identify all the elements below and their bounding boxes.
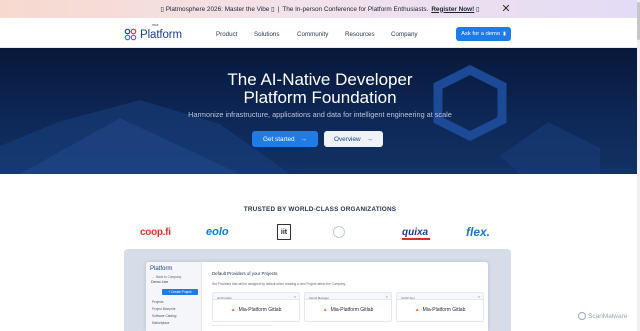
watermark-text: ScanMalware [588,312,628,320]
preview-company: Demo Live [151,280,169,284]
product-preview-window: Platform ← Back to Company Demo Live + C… [146,262,488,331]
close-icon: ✕ [293,295,296,299]
preview-side-item: Software Catalog [152,314,177,318]
preview-sidebar: Platform ← Back to Company Demo Live + C… [146,262,202,331]
provider-label: CI/CD Tool [401,296,415,300]
hero-title-line1: The AI-Native Developer [227,70,413,89]
logo-text: mia Platform [140,22,183,43]
scan-icon [578,312,586,320]
get-started-button[interactable]: Get started → [252,131,318,147]
preview-side-item: Marketplace [152,321,170,325]
gitlab-icon: ▲ [230,307,236,313]
customer-logos: coop.fi eolo iit quixa flex. [0,222,640,242]
faded-logo [333,222,348,242]
ask-demo-label: Ask for a demo [461,31,501,37]
overview-label: Overview [333,135,361,143]
preview-side-item: Project Blueprint [152,307,176,311]
logo-name: Platform [140,29,183,41]
preview-side-item: Projects [152,300,164,304]
gitlab-icon: ▲ [414,307,420,313]
preview-brand: Platform [150,266,173,272]
preview-desc: Set Providers that will be assigned by d… [212,282,346,286]
overview-button[interactable]: Overview → [324,131,383,147]
nav-item-company[interactable]: Company [391,31,417,38]
nav-item-product[interactable]: Product [216,31,237,38]
trusted-heading: TRUSTED BY WORLD-CLASS ORGANIZATIONS [243,206,397,213]
hero-subtitle: Harmonize infrastructure, applications a… [188,110,452,119]
provider-name: ▲ Mia-Platform Gitlab [322,307,374,313]
arrow-right-icon: → [300,135,307,143]
separator: | [277,5,280,13]
provider-name: ▲ Mia-Platform Gitlab [230,307,282,313]
get-started-label: Get started [262,135,295,143]
arrow-right-icon: → [366,135,374,143]
coop-logo: coop.fi [140,226,171,238]
preview-main: Default Providers of your Projects Set P… [204,262,488,331]
faded-logo-mark-icon [333,226,345,238]
provider-card: Secret Manager ✕ ▲ Mia-Platform Gitlab [304,292,392,322]
provider-label: Git Provider [217,296,232,300]
provider-card: Git Provider ✕ ▲ Mia-Platform Gitlab [212,292,300,322]
quixa-logo: quixa [402,222,430,242]
logo-small: mia [152,22,159,27]
preview-title: Default Providers of your Projects [212,271,278,276]
gitlab-icon: ▲ [322,307,328,313]
nav-item-community[interactable]: Community [297,31,328,38]
close-icon[interactable]: ✕ [500,3,512,15]
calendar-icon: ▮ [503,31,506,37]
hero-title-line2: Platform Foundation [243,88,397,107]
provider-card: CI/CD Tool ✕ ▲ Mia-Platform Gitlab [396,292,484,322]
preview-back-link: ← Back to Company [152,275,182,279]
logo-mark-icon [124,28,137,40]
close-icon: ✕ [477,295,480,299]
watermark: ScanMalware [578,312,627,320]
provider-label: Secret Manager [309,296,329,300]
close-icon: ✕ [385,295,388,299]
eolo-logo: eolo [206,226,229,238]
register-link[interactable]: Register Now! [431,6,474,13]
hero-section: The AI-Native Developer Platform Foundat… [0,48,640,174]
ask-demo-button[interactable]: Ask for a demo ▮ [456,27,511,41]
nav-item-solutions[interactable]: Solutions [254,31,279,38]
preview-create-button: + Create Project [162,289,198,295]
announcement-body: The In-person Conference for Platform En… [282,5,429,13]
iit-logo: iit [277,222,291,242]
announcement-bar: ▯ Platmosphere 2026: Master the Vibe ▯ |… [0,0,640,18]
nav-item-resources[interactable]: Resources [345,31,375,38]
provider-name: ▲ Mia-Platform Gitlab [414,307,466,313]
preview-divider [212,325,272,331]
logo[interactable]: mia Platform [124,22,183,43]
announcement-prefix: ▯ Platmosphere 2026: Master the Vibe ▯ [160,6,275,13]
announcement-suffix: ▯ [474,6,480,13]
main-nav: mia Platform Product Solutions Community… [0,18,640,48]
flex-logo: flex. [466,225,491,239]
